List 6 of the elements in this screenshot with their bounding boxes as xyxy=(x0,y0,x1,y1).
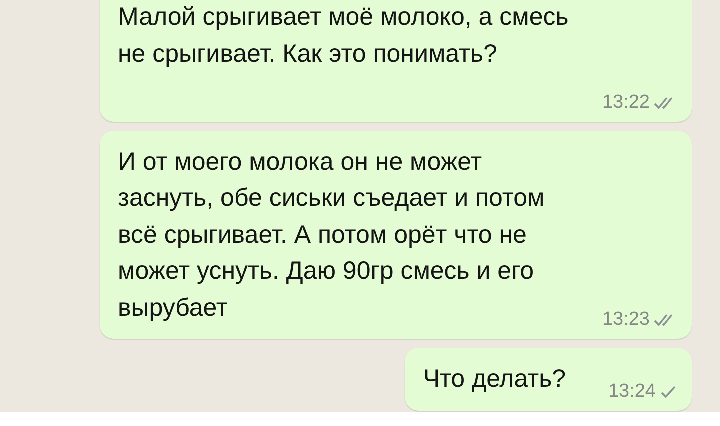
message-time: 13:23 xyxy=(602,309,650,331)
message-text: Что делать? xyxy=(423,365,566,393)
message-text: И от моего молока он не может заснуть, обе сиськи съедает и потом всё срыгивает. А потом орёт что не может уснуть. Даю 90гр смесь и его вырубает xyxy=(118,148,545,322)
message-text: Малой срыгивает моё молоко, а смесь не срыгивает. Как это понимать? xyxy=(118,3,569,68)
message-time: 13:22 xyxy=(602,92,650,114)
message-time: 13:24 xyxy=(608,380,656,402)
